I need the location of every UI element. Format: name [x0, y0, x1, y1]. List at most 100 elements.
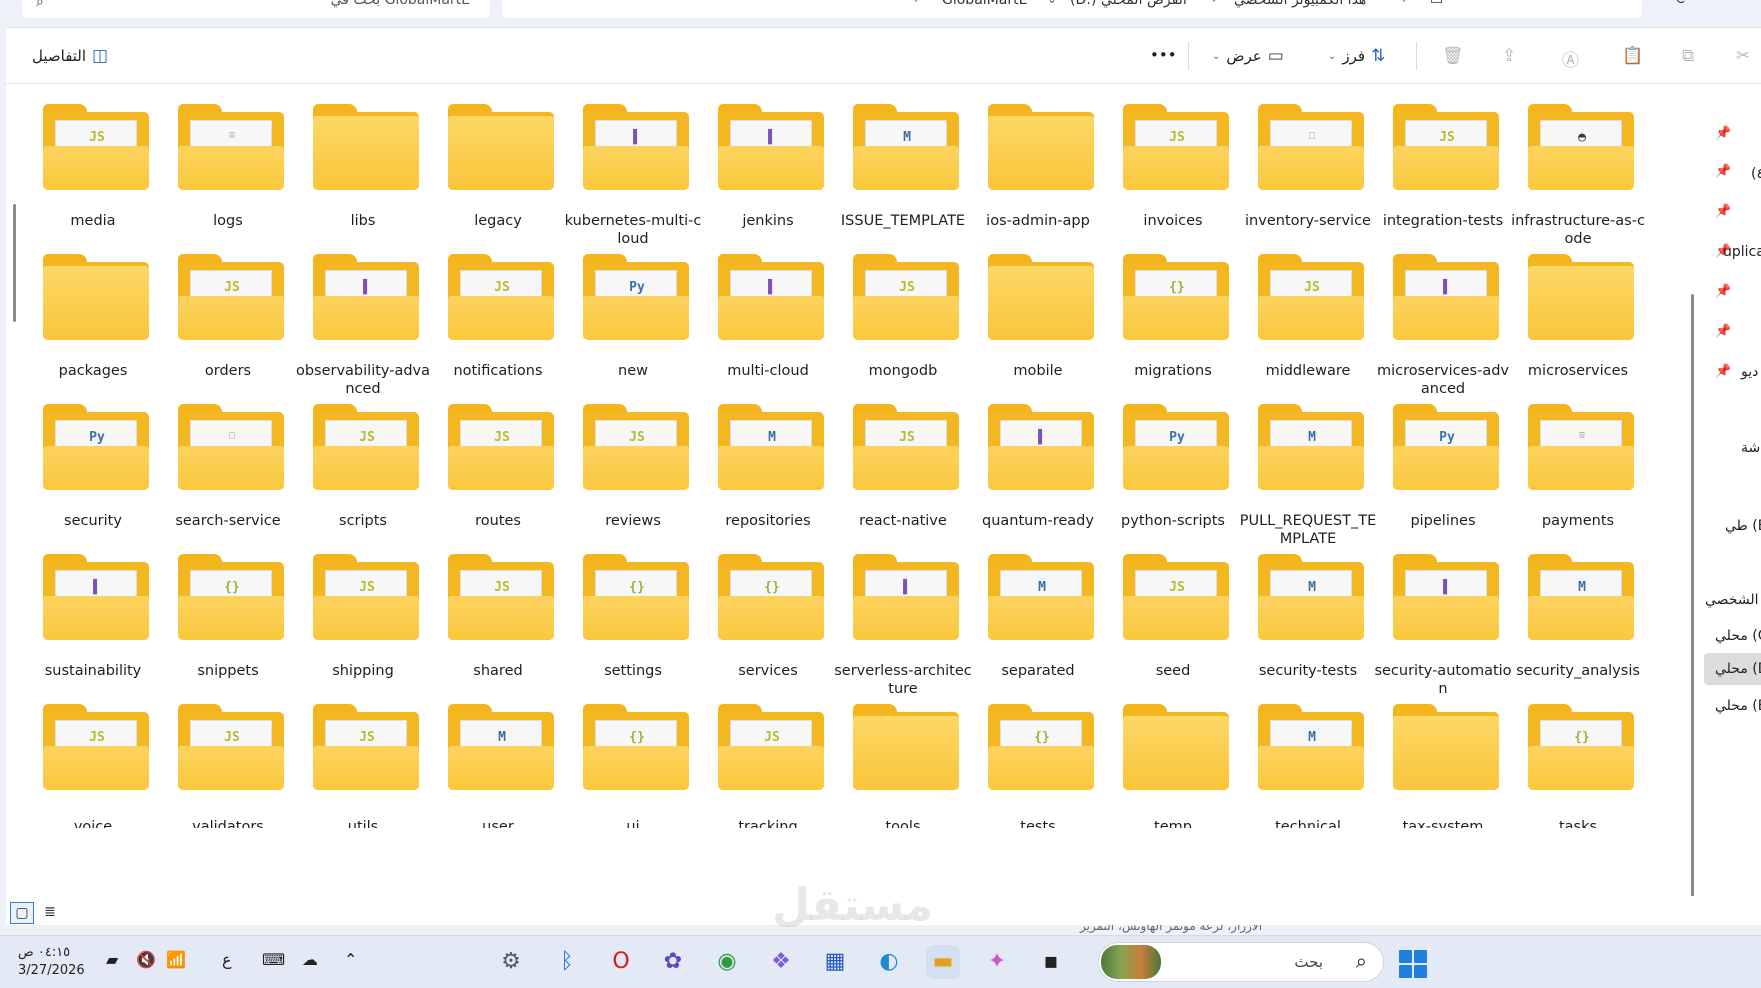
- paste-button[interactable]: 📋: [1622, 46, 1643, 66]
- refresh-icon[interactable]: ⟳: [1676, 0, 1689, 8]
- folder-item[interactable]: tools: [834, 702, 962, 870]
- wifi-icon[interactable]: 📶: [166, 950, 186, 969]
- folder-item[interactable]: Mrepositories: [699, 402, 827, 570]
- folder-item[interactable]: Mtechnical: [1239, 702, 1367, 870]
- folder-item[interactable]: JS mongodb: [834, 252, 962, 420]
- cut-button[interactable]: ✂: [1736, 46, 1750, 66]
- folder-item[interactable]: {} migrations: [1104, 252, 1232, 420]
- folder-item[interactable]: JS invoices: [1104, 102, 1232, 270]
- onedrive-sync-icon[interactable]: ☁: [302, 950, 318, 969]
- nav-item-c-drive[interactable]: محلي (C:): [1715, 628, 1761, 644]
- folder-item[interactable]: Py pipelines: [1374, 402, 1502, 570]
- folder-item[interactable]: JS notifications: [429, 252, 557, 420]
- store-app-icon[interactable]: ▦: [818, 945, 852, 979]
- edge-browser-icon[interactable]: ◐: [872, 945, 906, 979]
- folder-item[interactable]: Py python-scripts: [1104, 402, 1232, 570]
- folder-item[interactable]: JS voice: [24, 702, 152, 870]
- address-bar[interactable]: › GlobalMartE ⌄ (D:) القرص المحلي › هذا …: [502, 0, 1642, 18]
- folder-item[interactable]: JS utils: [294, 702, 422, 870]
- chrome-browser-icon[interactable]: ◉: [710, 945, 744, 979]
- volume-muted-icon[interactable]: 🔇: [136, 950, 156, 969]
- nav-item-desktop[interactable]: اشة: [1741, 440, 1761, 456]
- folder-item[interactable]: tax-system: [1374, 702, 1502, 870]
- folder-item[interactable]: ▌ multi-cloud: [699, 252, 827, 420]
- folder-item[interactable]: {} ui: [564, 702, 692, 870]
- folder-item[interactable]: JS integration-tests: [1374, 102, 1503, 270]
- copilot-app-icon[interactable]: ❖: [764, 945, 798, 979]
- folder-item[interactable]: JS seed: [1104, 552, 1232, 720]
- nav-item-e-drive-top[interactable]: طي (E:): [1725, 518, 1761, 534]
- terminal-app-icon[interactable]: ▪: [1034, 945, 1068, 979]
- opera-browser-icon[interactable]: O: [604, 945, 638, 979]
- folder-item[interactable]: ▌ serverless-architecture: [834, 552, 972, 720]
- view-button[interactable]: ⌄ عرض ▭: [1212, 46, 1284, 66]
- folder-item[interactable]: {} snippets: [159, 552, 287, 720]
- large-icons-view-button[interactable]: ▢: [10, 902, 34, 924]
- nav-item-quick-1[interactable]: (٤): [1751, 166, 1761, 182]
- folder-item[interactable]: {} services: [699, 552, 827, 720]
- rename-button[interactable]: Ⓐ: [1562, 46, 1579, 71]
- details-button[interactable]: التفاصيل ◫: [32, 46, 108, 66]
- clock[interactable]: ٠٤:١٥ ص 3/27/2026: [18, 944, 85, 980]
- folder-item[interactable]: {} settings: [564, 552, 692, 720]
- settings-app-icon[interactable]: ⚙: [494, 945, 528, 979]
- nav-item-e-drive[interactable]: محلي (E:): [1715, 698, 1761, 714]
- copy-button[interactable]: ⧉: [1682, 46, 1694, 66]
- content-scrollbar[interactable]: [1691, 294, 1694, 904]
- copilot-icon[interactable]: ✦: [980, 945, 1014, 979]
- nav-item-quick-2[interactable]: uplicat: [1723, 244, 1761, 260]
- nav-item-videos[interactable]: ديو: [1741, 364, 1758, 380]
- details-view-button[interactable]: ≣: [38, 902, 62, 924]
- folder-item[interactable]: {} tests: [969, 702, 1097, 870]
- folder-item[interactable]: Py new: [564, 252, 692, 420]
- folder-item[interactable]: M PULL_REQUEST_TEMPLATE: [1239, 402, 1376, 570]
- breadcrumb-globalmarte[interactable]: GlobalMartE: [942, 0, 1027, 8]
- folder-item[interactable]: JS reviews: [564, 402, 692, 570]
- folder-item[interactable]: ▌ security-automation: [1374, 552, 1512, 720]
- file-explorer-icon[interactable]: ▬: [926, 945, 960, 979]
- chevron-up-icon[interactable]: ⌃: [344, 950, 357, 969]
- folder-item[interactable]: ≡ logs: [159, 102, 287, 270]
- left-scrollbar[interactable]: [13, 204, 16, 322]
- folder-item[interactable]: JS orders: [159, 252, 287, 420]
- sort-button[interactable]: ⌄ فرز ⇅: [1328, 46, 1385, 66]
- folder-item[interactable]: ▌ sustainability: [24, 552, 152, 720]
- start-button[interactable]: [1399, 950, 1427, 978]
- folder-item[interactable]: ▌ microservices-advanced: [1374, 252, 1509, 420]
- folder-item[interactable]: Py security: [24, 402, 152, 570]
- folder-item[interactable]: Msecurity_analysis: [1509, 552, 1640, 720]
- folder-item[interactable]: JS validators: [159, 702, 287, 870]
- folder-item[interactable]: JS shipping: [294, 552, 422, 720]
- more-options-button[interactable]: •••: [1150, 46, 1177, 64]
- folder-item[interactable]: libs: [294, 102, 422, 270]
- folder-item[interactable]: ≡ payments: [1509, 402, 1637, 570]
- folder-item[interactable]: □ search-service: [159, 402, 287, 570]
- folder-item[interactable]: ▌ jenkins: [699, 102, 827, 270]
- folder-item[interactable]: JS media: [24, 102, 152, 270]
- folder-item[interactable]: M ISSUE_TEMPLATE: [834, 102, 965, 270]
- folder-item[interactable]: ios-admin-app: [969, 102, 1097, 270]
- folder-item[interactable]: packages: [24, 252, 152, 420]
- folder-item[interactable]: JS tracking: [699, 702, 827, 870]
- folder-item[interactable]: temp: [1104, 702, 1232, 870]
- share-button[interactable]: ⇪: [1502, 46, 1516, 66]
- delete-button[interactable]: 🗑: [1442, 46, 1464, 66]
- folder-item[interactable]: ▌ kubernetes-multi-cloud: [564, 102, 701, 270]
- folder-item[interactable]: JS react-native: [834, 402, 962, 570]
- folder-item[interactable]: {} tasks: [1509, 702, 1637, 870]
- keyboard-icon[interactable]: ⌨: [262, 950, 285, 969]
- folder-item[interactable]: ▌ quantum-ready: [969, 402, 1097, 570]
- breadcrumb-d-drive[interactable]: (D:) القرص المحلي: [1070, 0, 1187, 8]
- folder-item[interactable]: ▌ observability-advanced: [294, 252, 430, 420]
- folder-item[interactable]: JS routes: [429, 402, 557, 570]
- battery-icon[interactable]: ▰: [106, 950, 118, 969]
- folder-item[interactable]: JS scripts: [294, 402, 422, 570]
- nav-item-d-drive[interactable]: محلي (D:): [1715, 661, 1761, 677]
- translate-app-icon[interactable]: ✿: [656, 945, 690, 979]
- language-indicator[interactable]: ع: [222, 950, 232, 969]
- taskbar-search[interactable]: بحث ⌕: [1098, 942, 1384, 982]
- folder-item[interactable]: ◓ infrastructure-as-code: [1509, 102, 1645, 270]
- folder-item[interactable]: legacy: [429, 102, 557, 270]
- folder-item[interactable]: JS middleware: [1239, 252, 1367, 420]
- nav-item-this-pc[interactable]: تر الشخصي: [1705, 592, 1761, 608]
